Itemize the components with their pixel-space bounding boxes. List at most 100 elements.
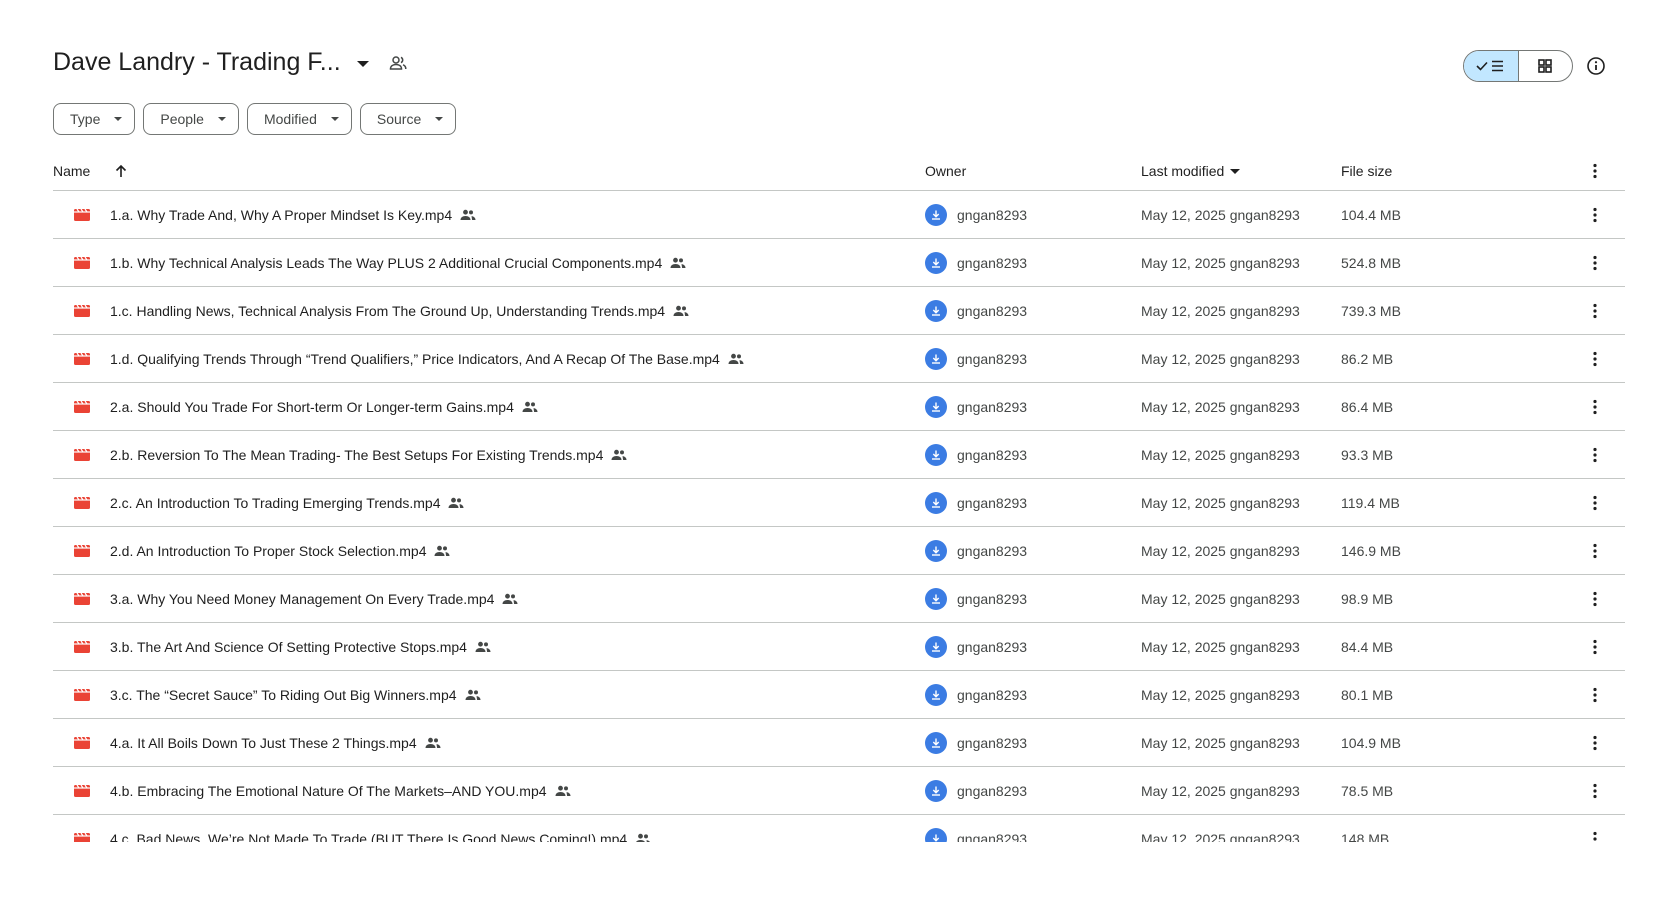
grid-view-button[interactable] — [1519, 51, 1573, 81]
grid-icon — [1538, 59, 1553, 73]
file-name-cell[interactable]: 1.a. Why Trade And, Why A Proper Mindset… — [110, 191, 476, 239]
more-vert-icon[interactable] — [1593, 431, 1597, 479]
table-row[interactable]: 3.a. Why You Need Money Management On Ev… — [53, 575, 1625, 623]
table-row[interactable]: 3.b. The Art And Science Of Setting Prot… — [53, 623, 1625, 671]
download-avatar-icon[interactable] — [925, 444, 947, 466]
video-file-icon — [73, 431, 91, 479]
download-avatar-icon[interactable] — [925, 588, 947, 610]
column-header-owner[interactable]: Owner — [925, 163, 966, 179]
download-avatar-icon[interactable] — [925, 252, 947, 274]
more-vert-icon[interactable] — [1593, 191, 1597, 239]
file-name-cell[interactable]: 1.c. Handling News, Technical Analysis F… — [110, 287, 689, 335]
download-avatar-icon[interactable] — [925, 828, 947, 842]
download-avatar-icon[interactable] — [925, 348, 947, 370]
table-row[interactable]: 2.c. An Introduction To Trading Emerging… — [53, 479, 1625, 527]
owner-name: gngan8293 — [957, 591, 1028, 607]
file-size-cell: 104.4 MB — [1341, 207, 1401, 223]
file-name-cell[interactable]: 3.c. The “Secret Sauce” To Riding Out Bi… — [110, 671, 481, 719]
sort-ascending-arrow-icon[interactable] — [114, 164, 128, 178]
last-modified-cell: May 12, 2025 gngan8293 — [1141, 831, 1300, 842]
file-size-cell: 93.3 MB — [1341, 447, 1394, 463]
table-row[interactable]: 2.d. An Introduction To Proper Stock Sel… — [53, 527, 1625, 575]
table-row[interactable]: 1.c. Handling News, Technical Analysis F… — [53, 287, 1625, 335]
last-modified-cell: May 12, 2025 gngan8293 — [1141, 495, 1300, 511]
table-row[interactable]: 1.d. Qualifying Trends Through “Trend Qu… — [53, 335, 1625, 383]
table-row[interactable]: 4.c. Bad News, We’re Not Made To Trade (… — [53, 815, 1625, 842]
file-name-cell[interactable]: 2.b. Reversion To The Mean Trading- The … — [110, 431, 627, 479]
table-row[interactable]: 1.b. Why Technical Analysis Leads The Wa… — [53, 239, 1625, 287]
column-header-file-size[interactable]: File size — [1341, 163, 1392, 179]
download-avatar-icon[interactable] — [925, 204, 947, 226]
download-avatar-icon[interactable] — [925, 396, 947, 418]
more-vert-icon[interactable] — [1593, 287, 1597, 335]
file-name-cell[interactable]: 1.b. Why Technical Analysis Leads The Wa… — [110, 239, 686, 287]
last-modified-cell: May 12, 2025 gngan8293 — [1141, 735, 1300, 751]
share-folder-icon[interactable] — [389, 55, 407, 71]
more-vert-icon[interactable] — [1593, 815, 1597, 842]
table-row[interactable]: 4.b. Embracing The Emotional Nature Of T… — [53, 767, 1625, 815]
info-icon[interactable] — [1586, 56, 1606, 81]
owner-cell: gngan8293 — [925, 671, 1027, 719]
shared-people-icon — [425, 737, 441, 749]
download-avatar-icon[interactable] — [925, 636, 947, 658]
file-name-cell[interactable]: 3.b. The Art And Science Of Setting Prot… — [110, 623, 491, 671]
more-vert-icon[interactable] — [1593, 335, 1597, 383]
more-vert-icon[interactable] — [1593, 383, 1597, 431]
filter-source[interactable]: Source — [359, 103, 457, 135]
more-vert-icon[interactable] — [1593, 527, 1597, 575]
header-more-vert-icon[interactable] — [1593, 163, 1597, 179]
column-header-last-modified[interactable]: Last modified — [1141, 163, 1241, 179]
video-file-icon — [73, 479, 91, 527]
download-avatar-icon[interactable] — [925, 780, 947, 802]
more-vert-icon[interactable] — [1593, 767, 1597, 815]
video-file-icon — [73, 623, 91, 671]
more-vert-icon[interactable] — [1593, 239, 1597, 287]
file-size-cell: 86.4 MB — [1341, 399, 1394, 415]
file-name-cell[interactable]: 3.a. Why You Need Money Management On Ev… — [110, 575, 518, 623]
download-avatar-icon[interactable] — [925, 300, 947, 322]
file-name-cell[interactable]: 2.a. Should You Trade For Short-term Or … — [110, 383, 538, 431]
folder-title[interactable]: Dave Landry - Trading F... — [53, 48, 341, 77]
table-row[interactable]: 4.a. It All Boils Down To Just These 2 T… — [53, 719, 1625, 767]
download-avatar-icon[interactable] — [925, 492, 947, 514]
file-name-cell[interactable]: 2.d. An Introduction To Proper Stock Sel… — [110, 527, 450, 575]
more-vert-icon[interactable] — [1593, 575, 1597, 623]
video-file-icon — [73, 239, 91, 287]
file-name-cell[interactable]: 4.c. Bad News, We’re Not Made To Trade (… — [110, 815, 651, 842]
file-name-cell[interactable]: 2.c. An Introduction To Trading Emerging… — [110, 479, 464, 527]
table-row[interactable]: 1.a. Why Trade And, Why A Proper Mindset… — [53, 191, 1625, 239]
download-avatar-icon[interactable] — [925, 540, 947, 562]
table-row[interactable]: 2.a. Should You Trade For Short-term Or … — [53, 383, 1625, 431]
chevron-down-icon — [330, 117, 339, 121]
filter-modified-label: Modified — [263, 111, 317, 127]
file-name-cell[interactable]: 4.a. It All Boils Down To Just These 2 T… — [110, 719, 441, 767]
file-name-cell[interactable]: 4.b. Embracing The Emotional Nature Of T… — [110, 767, 571, 815]
more-vert-icon[interactable] — [1593, 719, 1597, 767]
last-modified-cell: May 12, 2025 gngan8293 — [1141, 399, 1300, 415]
shared-people-icon — [670, 257, 686, 269]
folder-menu-chevron-icon[interactable] — [356, 60, 369, 67]
more-vert-icon[interactable] — [1593, 623, 1597, 671]
filter-type[interactable]: Type — [53, 103, 136, 135]
last-modified-cell: May 12, 2025 gngan8293 — [1141, 543, 1300, 559]
video-file-icon — [73, 383, 91, 431]
table-row[interactable]: 3.c. The “Secret Sauce” To Riding Out Bi… — [53, 671, 1625, 719]
shared-people-icon — [728, 353, 744, 365]
video-file-icon — [73, 527, 91, 575]
table-row[interactable]: 2.b. Reversion To The Mean Trading- The … — [53, 431, 1625, 479]
more-vert-icon[interactable] — [1593, 479, 1597, 527]
file-name-cell[interactable]: 1.d. Qualifying Trends Through “Trend Qu… — [110, 335, 744, 383]
last-modified-cell: May 12, 2025 gngan8293 — [1141, 591, 1300, 607]
shared-people-icon — [522, 401, 538, 413]
list-view-button[interactable] — [1464, 51, 1519, 81]
shared-people-icon — [635, 833, 651, 842]
column-header-name[interactable]: Name — [53, 163, 128, 179]
file-name: 4.c. Bad News, We’re Not Made To Trade (… — [110, 831, 628, 842]
download-avatar-icon[interactable] — [925, 684, 947, 706]
filter-modified[interactable]: Modified — [246, 103, 352, 135]
download-avatar-icon[interactable] — [925, 732, 947, 754]
sort-dropdown-icon[interactable] — [1230, 168, 1241, 174]
last-modified-cell: May 12, 2025 gngan8293 — [1141, 783, 1300, 799]
more-vert-icon[interactable] — [1593, 671, 1597, 719]
filter-people[interactable]: People — [143, 103, 239, 135]
